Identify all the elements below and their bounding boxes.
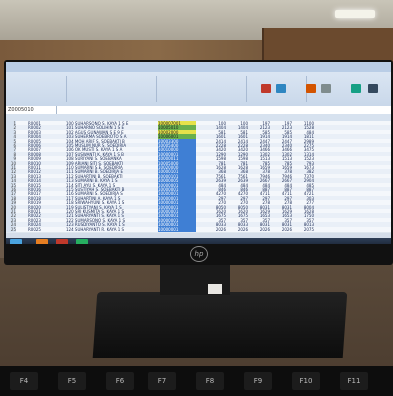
white-sticker <box>208 284 222 294</box>
key-f8[interactable]: F8 <box>196 372 224 390</box>
name-box[interactable]: Z0005010 <box>6 106 57 114</box>
sort-icon[interactable] <box>351 84 361 93</box>
monitor-stand-base <box>92 292 348 358</box>
media-icon[interactable] <box>56 239 68 244</box>
ribbon-group-alignment <box>156 76 247 102</box>
photo-scene: Z0005010 1 R0001 100 SUHARSONO S. KAYA 1 S… <box>0 0 393 396</box>
find-icon[interactable] <box>368 84 378 93</box>
cell-marked[interactable]: 10000001 <box>158 226 196 232</box>
key-f9[interactable]: F9 <box>244 372 272 390</box>
cell-value[interactable]: 2026 <box>250 227 270 232</box>
hp-logo: hp <box>190 246 208 262</box>
cell-value[interactable]: 2026 <box>206 227 226 232</box>
cell-value[interactable]: 2075 <box>294 227 314 232</box>
key-f4[interactable]: F4 <box>10 372 38 390</box>
browser-icon[interactable] <box>36 239 48 244</box>
format-table-icon[interactable] <box>276 84 286 93</box>
monitor-screen: Z0005010 1 R0001 100 SUHARSONO S. KAYA 1 S… <box>6 62 391 244</box>
conditional-format-icon[interactable] <box>261 84 271 93</box>
row-number[interactable]: 25 <box>6 226 16 232</box>
cell-value[interactable]: 2026 <box>228 227 248 232</box>
key-f7[interactable]: F7 <box>148 372 176 390</box>
ribbon-group-clipboard <box>6 76 67 102</box>
delete-icon[interactable] <box>321 84 331 93</box>
key-f11[interactable]: F11 <box>340 372 368 390</box>
ribbon-group-font <box>66 76 157 102</box>
ceiling-light <box>335 10 375 18</box>
start-icon[interactable] <box>10 239 22 244</box>
key-f10[interactable]: F10 <box>292 372 320 390</box>
cell-code[interactable]: R0025 <box>28 227 58 232</box>
key-f5[interactable]: F5 <box>58 372 86 390</box>
cell-name[interactable]: 124 SUHARYANTI R. KAYA 1 S <box>66 227 154 232</box>
cell-value[interactable]: 2026 <box>272 227 292 232</box>
hp-monitor: Z0005010 1 R0001 100 SUHARSONO S. KAYA 1 S… <box>4 60 393 265</box>
key-f6[interactable]: F6 <box>106 372 134 390</box>
spreadsheet-grid[interactable]: 1 R0001 100 SUHARSONO S. KAYA 1 S E 1000070… <box>6 121 391 233</box>
ribbon-tabs <box>6 62 391 72</box>
table-row[interactable]: 25 R0025 124 SUHARYANTI R. KAYA 1 S 1000000… <box>6 226 391 232</box>
excel-ribbon <box>6 62 391 107</box>
insert-icon[interactable] <box>306 84 316 93</box>
excel-taskbar-icon[interactable] <box>76 239 88 244</box>
